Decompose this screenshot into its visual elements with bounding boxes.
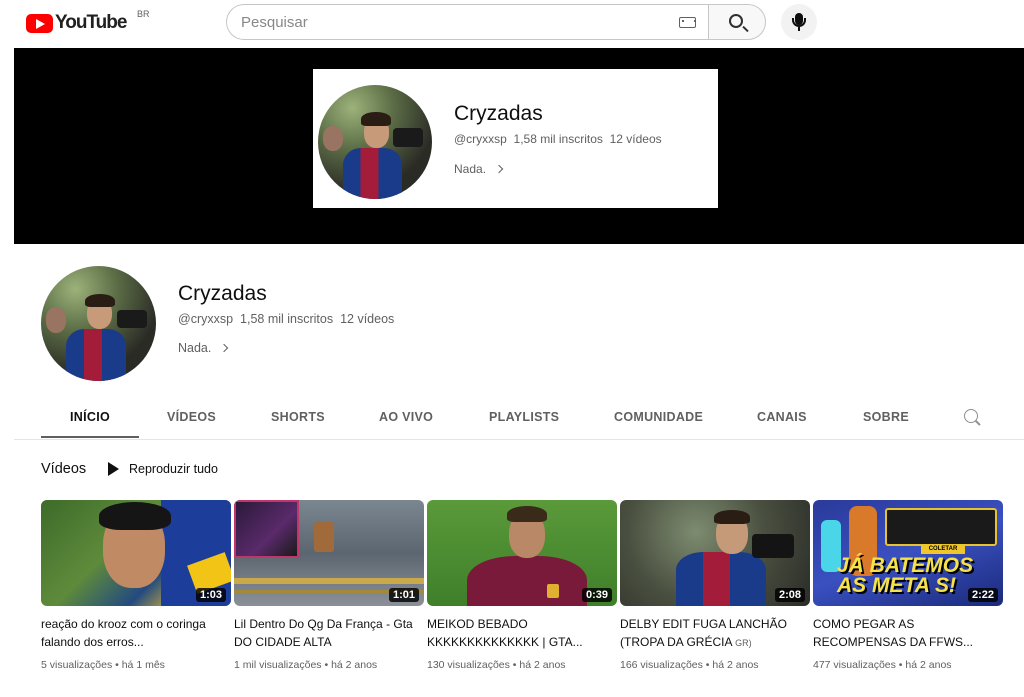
video-title-text: DELBY EDIT FUGA LANCHÃO (TROPA DA GRÉCIA	[620, 617, 787, 649]
video-meta: 1 mil visualizações • há 2 anos	[234, 659, 378, 671]
channel-banner: Cryzadas @cryxxsp 1,58 mil inscritos 12 …	[14, 48, 1024, 244]
video-duration: 2:08	[774, 588, 805, 602]
search-box	[226, 4, 708, 40]
video-views: 5 visualizações	[41, 659, 113, 671]
logo-text: YouTube	[55, 12, 127, 33]
video-title[interactable]: MEIKOD BEBADO KKKKKKKKKKKKKK | GTA...	[427, 615, 617, 651]
video-thumbnail[interactable]: 1:01	[234, 500, 424, 606]
video-title[interactable]: COMO PEGAR AS RECOMPENSAS DA FFWS...	[813, 615, 1003, 651]
video-views: 1 mil visualizações	[234, 659, 322, 671]
tab-sobre[interactable]: SOBRE	[863, 410, 909, 424]
tab-comunidade[interactable]: COMUNIDADE	[614, 410, 703, 424]
youtube-play-icon	[26, 13, 53, 33]
play-all-label: Reproduzir tudo	[129, 462, 218, 476]
channel-avatar	[41, 266, 156, 381]
chevron-right-icon	[220, 343, 229, 353]
banner-card: Cryzadas @cryxxsp 1,58 mil inscritos 12 …	[313, 69, 718, 208]
tab-inicio[interactable]: INÍCIO	[70, 410, 110, 424]
tab-videos[interactable]: VÍDEOS	[167, 410, 216, 424]
youtube-logo[interactable]: YouTube BR	[26, 9, 150, 34]
banner-channel-meta: @cryxxsp 1,58 mil inscritos 12 vídeos	[454, 132, 662, 146]
active-tab-underline	[41, 436, 139, 438]
country-code: BR	[137, 9, 150, 19]
search-button[interactable]	[708, 4, 766, 40]
channel-description-text: Nada.	[178, 341, 212, 355]
top-bar: YouTube BR	[0, 0, 1024, 44]
video-age: há 2 anos	[905, 659, 952, 671]
video-thumbnail[interactable]: 2:08	[620, 500, 810, 606]
tab-playlists[interactable]: PLAYLISTS	[489, 410, 559, 424]
banner-description: Nada.	[454, 162, 504, 176]
video-thumbnail[interactable]: 0:39	[427, 500, 617, 606]
microphone-icon	[792, 13, 806, 31]
voice-search-button[interactable]	[781, 4, 817, 40]
video-duration: 1:01	[388, 588, 419, 602]
video-duration: 2:22	[967, 588, 998, 602]
banner-handle: @cryxxsp	[454, 132, 507, 146]
section-title[interactable]: Vídeos	[41, 461, 86, 477]
banner-description-text: Nada.	[454, 162, 487, 176]
channel-meta: @cryxxsp 1,58 mil inscritos 12 vídeos	[178, 312, 394, 326]
video-age: há 2 anos	[331, 659, 378, 671]
play-icon	[108, 462, 119, 476]
search-icon	[729, 14, 743, 28]
banner-video-count: 12 vídeos	[609, 132, 662, 146]
channel-video-count: 12 vídeos	[340, 312, 395, 326]
channel-search-icon[interactable]	[964, 409, 978, 423]
thumbnail-text-line-2: AS META S!	[837, 574, 956, 597]
channel-tabs: INÍCIO VÍDEOS SHORTS AO VIVO PLAYLISTS C…	[14, 398, 1024, 440]
chevron-right-icon	[494, 164, 504, 174]
video-card[interactable]: 1:03 reação do krooz com o coringa falan…	[41, 500, 231, 671]
video-thumbnail[interactable]: 1:03	[41, 500, 231, 606]
tab-canais[interactable]: CANAIS	[757, 410, 807, 424]
video-duration: 0:39	[581, 588, 612, 602]
video-title[interactable]: reação do krooz com o coringa falando do…	[41, 615, 231, 651]
video-age: há 1 mês	[121, 659, 165, 671]
channel-name: Cryzadas	[178, 282, 267, 305]
video-card[interactable]: COLETAR JÁ BATEMOS AS META S! 2:22 COMO P…	[813, 500, 1003, 671]
video-thumbnail[interactable]: COLETAR JÁ BATEMOS AS META S! 2:22	[813, 500, 1003, 606]
video-title[interactable]: DELBY EDIT FUGA LANCHÃO (TROPA DA GRÉCIA…	[620, 615, 810, 651]
video-age: há 2 anos	[519, 659, 566, 671]
video-age: há 2 anos	[712, 659, 759, 671]
channel-handle: @cryxxsp	[178, 312, 234, 326]
channel-subscribers: 1,58 mil inscritos	[240, 312, 334, 326]
video-views: 477 visualizações	[813, 659, 896, 671]
video-meta: 477 visualizações • há 2 anos	[813, 659, 952, 671]
video-meta: 130 visualizações • há 2 anos	[427, 659, 566, 671]
video-card[interactable]: 2:08 DELBY EDIT FUGA LANCHÃO (TROPA DA G…	[620, 500, 810, 671]
video-card[interactable]: 1:01 Lil Dentro Do Qg Da França - Gta DO…	[234, 500, 424, 671]
search-bar	[226, 4, 766, 40]
video-views: 166 visualizações	[620, 659, 703, 671]
keyboard-icon[interactable]	[679, 17, 696, 28]
video-card[interactable]: 0:39 MEIKOD BEBADO KKKKKKKKKKKKKK | GTA.…	[427, 500, 617, 671]
video-duration: 1:03	[195, 588, 226, 602]
video-meta: 166 visualizações • há 2 anos	[620, 659, 759, 671]
banner-avatar	[318, 85, 432, 199]
play-all-button[interactable]: Reproduzir tudo	[108, 462, 218, 476]
banner-subscribers: 1,58 mil inscritos	[513, 132, 603, 146]
video-title-suffix: GR)	[735, 638, 752, 648]
video-meta: 5 visualizações • há 1 mês	[41, 659, 165, 671]
search-input[interactable]	[241, 13, 661, 31]
tab-ao-vivo[interactable]: AO VIVO	[379, 410, 433, 424]
video-views: 130 visualizações	[427, 659, 510, 671]
banner-channel-name: Cryzadas	[454, 102, 543, 125]
channel-description[interactable]: Nada.	[178, 341, 229, 355]
thumbnail-button-text: COLETAR	[921, 544, 965, 554]
video-title[interactable]: Lil Dentro Do Qg Da França - Gta DO CIDA…	[234, 615, 424, 651]
tab-shorts[interactable]: SHORTS	[271, 410, 325, 424]
